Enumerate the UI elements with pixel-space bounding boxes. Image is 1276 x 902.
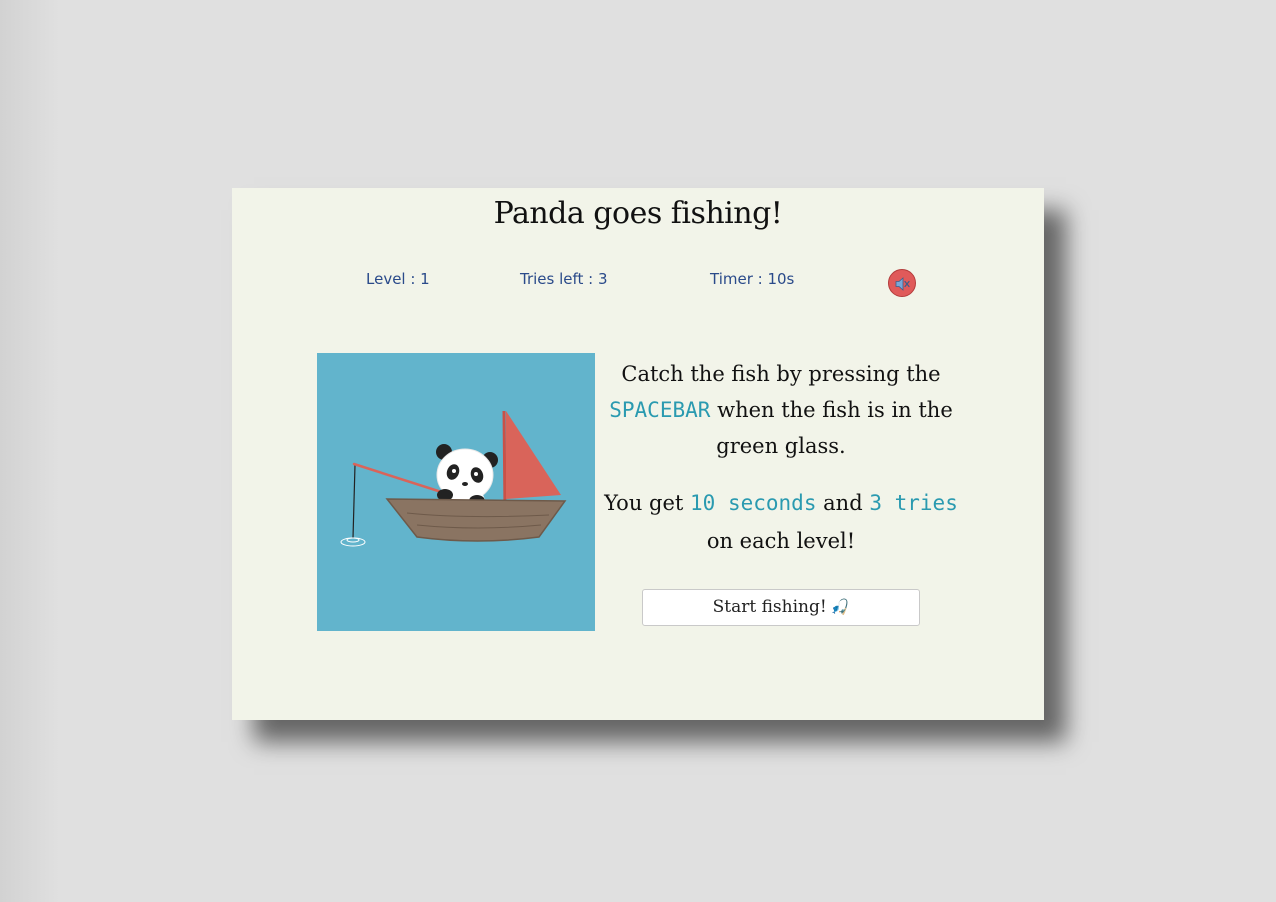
timer-display: Timer : 10s (710, 270, 795, 288)
sound-toggle-button[interactable] (888, 269, 916, 297)
left-shade (0, 0, 60, 902)
level-counter: Level : 1 (366, 270, 430, 288)
start-button-label: Start fishing! (712, 597, 827, 617)
instruction-text: You get (604, 491, 684, 515)
instruction-text: on each level! (706, 529, 856, 553)
boat-hull (385, 498, 567, 542)
instructions-line-1: Catch the fish by pressing the SPACEBAR … (604, 356, 958, 464)
boat-mast (502, 410, 507, 512)
start-fishing-button[interactable]: Start fishing! 🎣 (642, 589, 920, 626)
speaker-muted-icon (895, 277, 910, 291)
tries-highlight: 3 tries (869, 491, 958, 515)
game-title: Panda goes fishing! (493, 196, 783, 231)
spacebar-highlight: SPACEBAR (609, 398, 711, 422)
instruction-text: Catch the fish by pressing the (621, 362, 941, 386)
fishing-scene (317, 353, 595, 631)
instructions: Catch the fish by pressing the SPACEBAR … (604, 356, 958, 560)
page-background: Panda goes fishing! Level : 1 Tries left… (0, 0, 1276, 902)
tries-counter: Tries left : 3 (520, 270, 608, 288)
panda-boat-illustration (340, 410, 567, 547)
instructions-line-2: You get 10 seconds and 3 tries on each l… (604, 484, 958, 560)
instruction-text: when the fish is in the green glass. (716, 398, 953, 458)
fishing-rod-icon: 🎣 (830, 598, 850, 616)
boat-sail (506, 411, 561, 499)
fishing-line (352, 464, 356, 539)
water-ripple (346, 537, 360, 543)
seconds-highlight: 10 seconds (690, 491, 817, 515)
instruction-text: and (823, 491, 863, 515)
